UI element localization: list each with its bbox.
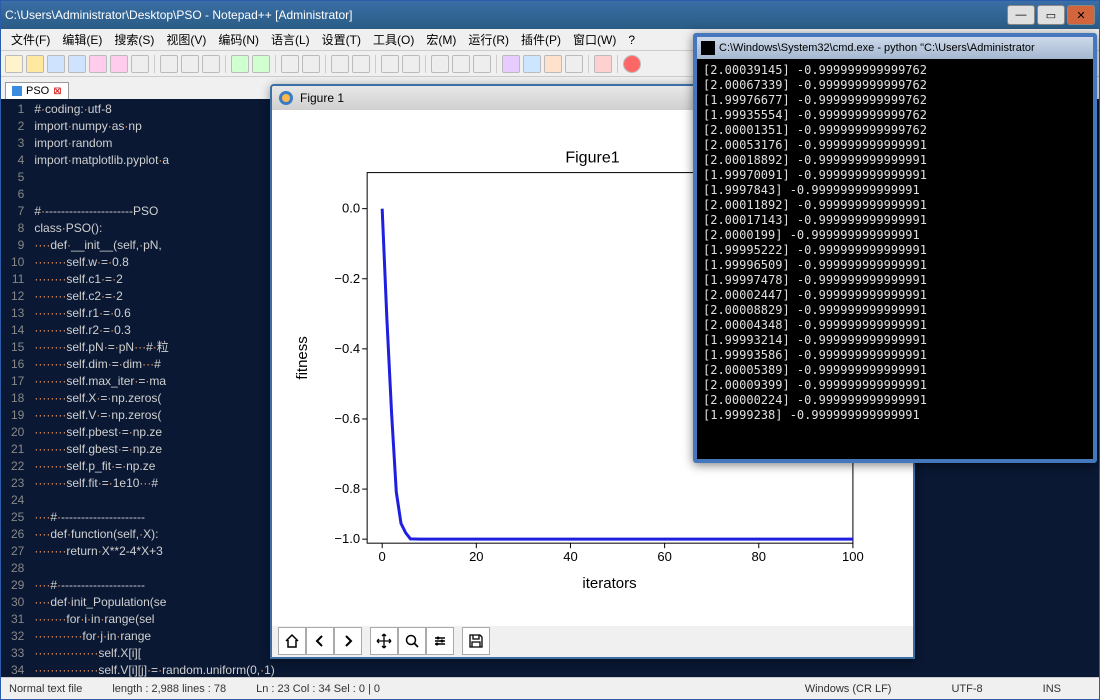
status-encoding: UTF-8 — [951, 683, 982, 695]
y-axis-label: fitness — [294, 336, 311, 379]
status-eol: Windows (CR LF) — [805, 683, 892, 695]
find-icon[interactable] — [281, 55, 299, 73]
copy-icon[interactable] — [181, 55, 199, 73]
file-tab-pso[interactable]: PSO ⊠ — [5, 82, 69, 99]
cmd-title-text: C:\Windows\System32\cmd.exe - python "C:… — [719, 42, 1035, 54]
menu-tools[interactable]: 工具(O) — [367, 29, 420, 50]
menu-settings[interactable]: 设置(T) — [316, 29, 367, 50]
status-insert-mode: INS — [1043, 683, 1061, 695]
wrap-icon[interactable] — [431, 55, 449, 73]
save-all-icon[interactable] — [68, 55, 86, 73]
chart-title: Figure1 — [565, 149, 619, 167]
home-icon[interactable] — [278, 627, 306, 655]
file-icon — [12, 86, 22, 96]
save-figure-icon[interactable] — [462, 627, 490, 655]
replace-icon[interactable] — [302, 55, 320, 73]
lang-icon[interactable] — [502, 55, 520, 73]
configure-subplots-icon[interactable] — [426, 627, 454, 655]
menu-search[interactable]: 搜索(S) — [108, 29, 160, 50]
file-tab-label: PSO — [26, 85, 49, 97]
close-file-icon[interactable] — [89, 55, 107, 73]
figure-app-icon — [278, 90, 294, 106]
redo-icon[interactable] — [252, 55, 270, 73]
svg-text:20: 20 — [469, 549, 483, 564]
x-axis-ticks: 0 20 40 60 80 100 — [379, 543, 864, 564]
npp-title-text: C:\Users\Administrator\Desktop\PSO - Not… — [5, 8, 352, 22]
zoom-icon[interactable] — [398, 627, 426, 655]
cmd-title-bar[interactable]: C:\Windows\System32\cmd.exe - python "C:… — [697, 37, 1093, 59]
record-macro-icon[interactable] — [623, 55, 641, 73]
figure-toolbar — [272, 626, 913, 657]
svg-text:40: 40 — [563, 549, 577, 564]
zoom-in-icon[interactable] — [331, 55, 349, 73]
svg-text:−0.8: −0.8 — [334, 481, 360, 496]
npp-title-bar[interactable]: C:\Users\Administrator\Desktop\PSO - Not… — [1, 1, 1099, 29]
menu-plugins[interactable]: 插件(P) — [515, 29, 567, 50]
menu-view[interactable]: 视图(V) — [160, 29, 212, 50]
paste-icon[interactable] — [202, 55, 220, 73]
pan-icon[interactable] — [370, 627, 398, 655]
indent-guide-icon[interactable] — [473, 55, 491, 73]
zoom-out-icon[interactable] — [352, 55, 370, 73]
maximize-button[interactable]: ▭ — [1037, 5, 1065, 25]
status-bar: Normal text file length : 2,988 lines : … — [1, 677, 1099, 699]
svg-text:−0.4: −0.4 — [334, 341, 360, 356]
doc-map-icon[interactable] — [523, 55, 541, 73]
svg-text:−0.2: −0.2 — [334, 271, 360, 286]
svg-text:0.0: 0.0 — [342, 201, 360, 216]
sync-v-icon[interactable] — [381, 55, 399, 73]
menu-help[interactable]: ? — [622, 31, 641, 49]
figure-title-text: Figure 1 — [300, 91, 344, 105]
tab-close-icon[interactable]: ⊠ — [53, 86, 61, 97]
show-all-chars-icon[interactable] — [452, 55, 470, 73]
cmd-output[interactable]: [2.00039145] -0.999999999999762 [2.00067… — [697, 59, 1093, 459]
folder-icon[interactable] — [565, 55, 583, 73]
minimize-button[interactable]: — — [1007, 5, 1035, 25]
back-icon[interactable] — [306, 627, 334, 655]
open-file-icon[interactable] — [26, 55, 44, 73]
menu-file[interactable]: 文件(F) — [5, 29, 56, 50]
menu-window[interactable]: 窗口(W) — [567, 29, 622, 50]
close-all-icon[interactable] — [110, 55, 128, 73]
monitor-icon[interactable] — [594, 55, 612, 73]
func-list-icon[interactable] — [544, 55, 562, 73]
new-file-icon[interactable] — [5, 55, 23, 73]
svg-text:80: 80 — [752, 549, 766, 564]
undo-icon[interactable] — [231, 55, 249, 73]
print-icon[interactable] — [131, 55, 149, 73]
sync-h-icon[interactable] — [402, 55, 420, 73]
menu-run[interactable]: 运行(R) — [462, 29, 515, 50]
y-axis-ticks: 0.0 −0.2 −0.4 −0.6 −0.8 −1.0 — [334, 201, 367, 547]
code-text[interactable]: #·coding:·utf-8import·numpy·as·npimport·… — [30, 99, 278, 677]
status-position: Ln : 23 Col : 34 Sel : 0 | 0 — [256, 683, 380, 695]
cut-icon[interactable] — [160, 55, 178, 73]
menu-language[interactable]: 语言(L) — [265, 29, 316, 50]
svg-text:−0.6: −0.6 — [334, 411, 360, 426]
svg-text:−1.0: −1.0 — [334, 531, 360, 546]
menu-encoding[interactable]: 编码(N) — [212, 29, 265, 50]
forward-icon[interactable] — [334, 627, 362, 655]
svg-text:0: 0 — [379, 549, 386, 564]
svg-text:100: 100 — [842, 549, 864, 564]
menu-edit[interactable]: 编辑(E) — [56, 29, 108, 50]
status-doctype: Normal text file — [9, 683, 82, 695]
menu-macro[interactable]: 宏(M) — [420, 29, 462, 50]
line-number-gutter: 1234567891011121314151617181920212223242… — [1, 99, 30, 677]
status-length: length : 2,988 lines : 78 — [112, 683, 226, 695]
npp-window-controls: — ▭ ✕ — [1005, 5, 1095, 25]
cmd-window[interactable]: C:\Windows\System32\cmd.exe - python "C:… — [693, 33, 1097, 463]
svg-text:60: 60 — [657, 549, 671, 564]
x-axis-label: iterators — [582, 575, 636, 592]
cmd-icon — [701, 41, 715, 55]
save-icon[interactable] — [47, 55, 65, 73]
close-button[interactable]: ✕ — [1067, 5, 1095, 25]
